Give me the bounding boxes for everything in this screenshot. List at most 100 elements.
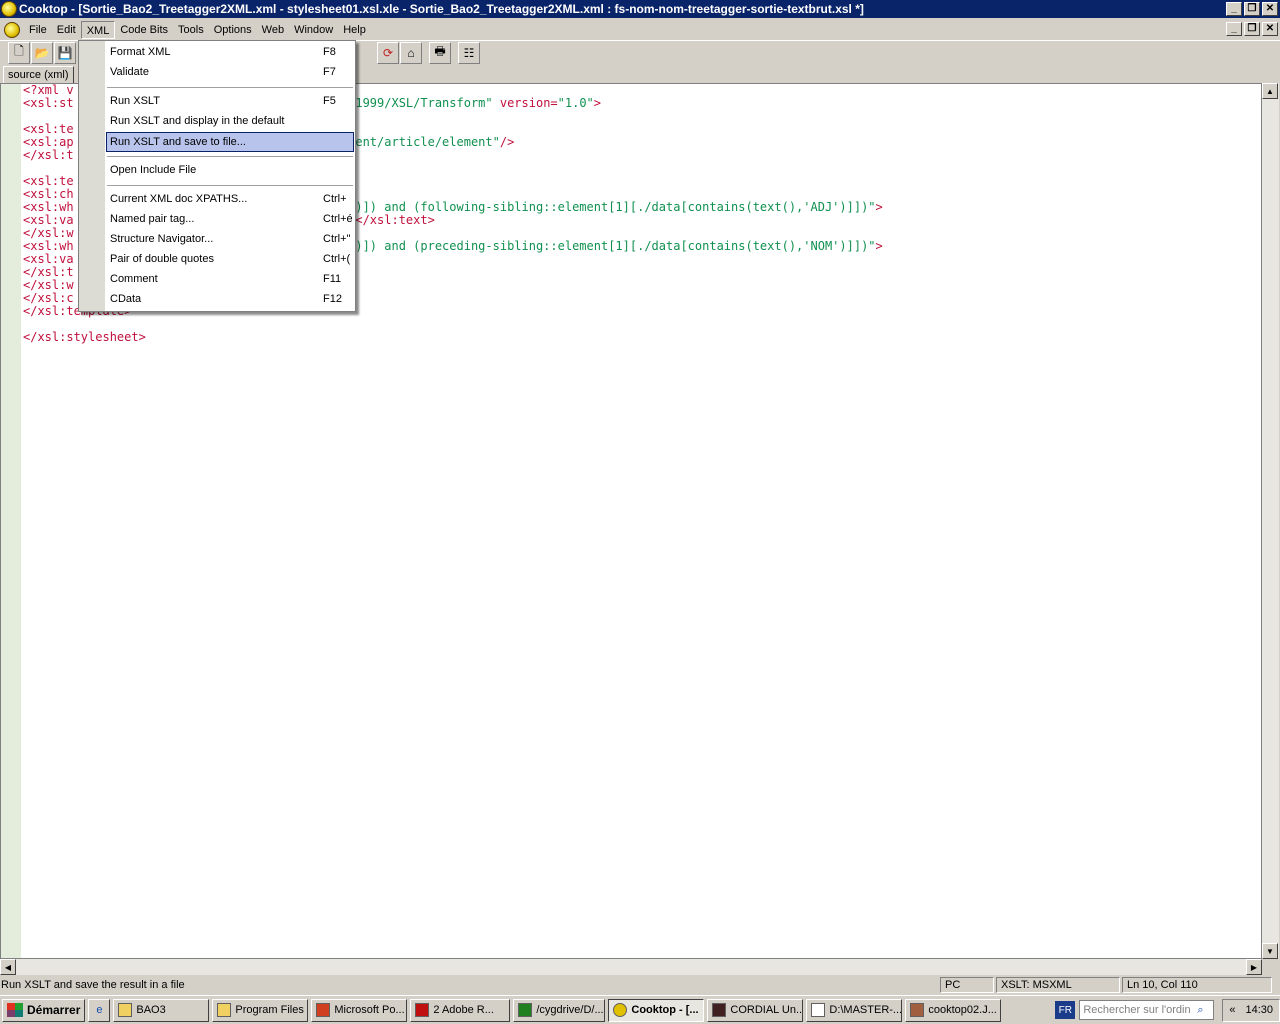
xml-tag-text: <xsl:ch bbox=[23, 187, 74, 201]
taskbar-button-label: BAO3 bbox=[136, 1004, 166, 1016]
scroll-down-icon[interactable]: ▼ bbox=[1262, 943, 1278, 959]
xml-menu-item[interactable]: Named pair tag... Ctrl+é bbox=[107, 210, 353, 230]
taskbar-button[interactable]: Microsoft Po... bbox=[311, 998, 408, 1022]
home-icon[interactable]: ⌂ bbox=[400, 41, 422, 64]
xml-tag-text: </xsl:t bbox=[23, 265, 74, 279]
xml-menu-item[interactable]: Structure Navigator... Ctrl+" bbox=[107, 230, 353, 250]
status-xslt-engine: XSLT: MSXML bbox=[996, 977, 1120, 993]
menu-item-label: Run XSLT and display in the default brow… bbox=[110, 115, 285, 145]
vertical-scrollbar[interactable]: ▲ ▼ bbox=[1262, 83, 1279, 959]
menu-web[interactable]: Web bbox=[257, 21, 289, 39]
horizontal-scrollbar[interactable]: ◀ ▶ bbox=[0, 959, 1262, 975]
menu-item-shortcut: Ctrl+( bbox=[323, 253, 351, 265]
taskbar-button[interactable]: CORDIAL Un... bbox=[707, 998, 804, 1022]
cooktop-icon bbox=[613, 1003, 628, 1017]
doc-restore-button[interactable]: ❐ bbox=[1244, 22, 1260, 36]
close-button[interactable]: ✕ bbox=[1262, 2, 1278, 16]
tray-expand-chevron-icon[interactable]: « bbox=[1229, 1004, 1235, 1016]
menu-xml[interactable]: XML bbox=[80, 21, 116, 39]
xml-tag-text: </xsl:stylesheet> bbox=[23, 330, 146, 344]
xml-tag-text: <?xml v bbox=[23, 83, 74, 97]
properties-icon[interactable]: ☷ bbox=[458, 41, 480, 64]
search-icon[interactable]: ⌕ bbox=[1197, 1001, 1213, 1019]
menu-file[interactable]: File bbox=[24, 21, 52, 39]
menu-separator bbox=[107, 156, 353, 157]
doc-close-button[interactable]: ✕ bbox=[1262, 22, 1278, 36]
minimize-button[interactable]: _ bbox=[1226, 2, 1242, 16]
xml-tag-text: <xsl:va bbox=[23, 252, 74, 266]
xml-menu-item[interactable]: Run XSLT and save to file... bbox=[106, 132, 354, 152]
xml-menu-item[interactable]: Run XSLT and display in the default brow… bbox=[107, 112, 353, 145]
xml-attr-text: rg/1999/XSL/Transform" bbox=[333, 96, 493, 110]
menu-item-label: Validate bbox=[110, 66, 149, 78]
xml-menu-item[interactable]: Comment F11 bbox=[107, 270, 353, 290]
status-mode: PC bbox=[940, 977, 994, 993]
clock: « 14:30 bbox=[1222, 998, 1280, 1022]
xml-menu-item[interactable]: Open Include File bbox=[107, 161, 353, 181]
doc-minimize-button[interactable]: _ bbox=[1226, 22, 1242, 36]
xml-menu-item[interactable]: Run XSLT F5 bbox=[107, 92, 353, 112]
menu-item-label: Structure Navigator... bbox=[110, 233, 214, 245]
xml-tag-text: > bbox=[875, 200, 883, 214]
xml-tag-text: <xsl:wh bbox=[23, 239, 74, 253]
menu-code-bits[interactable]: Code Bits bbox=[115, 21, 173, 39]
menu-item-label: Run XSLT bbox=[110, 95, 160, 107]
xml-attr-text: OM')]) and (following-sibling::element[1… bbox=[333, 200, 876, 214]
document-icon[interactable] bbox=[4, 22, 20, 38]
status-bar: Run XSLT and save the result in a file P… bbox=[0, 976, 1280, 994]
taskbar-button[interactable]: BAO3 bbox=[113, 998, 210, 1022]
xml-tag-text: </xsl:c bbox=[23, 291, 74, 305]
editor-gutter bbox=[1, 84, 21, 958]
code-line[interactable]: </xsl:stylesheet> bbox=[23, 331, 883, 344]
code-line[interactable] bbox=[23, 318, 883, 331]
clock-time: 14:30 bbox=[1245, 1004, 1273, 1016]
menu-item-shortcut: F5 bbox=[323, 95, 336, 107]
folder-icon bbox=[217, 1003, 232, 1017]
taskbar-button[interactable]: Cooktop - [... bbox=[608, 998, 705, 1022]
open-folder-icon[interactable]: 📂 bbox=[31, 41, 53, 64]
taskbar-button[interactable]: /cygdrive/D/... bbox=[513, 998, 606, 1022]
refresh-icon[interactable]: ⟳ bbox=[377, 41, 399, 64]
taskbar-button-label: CORDIAL Un... bbox=[730, 1004, 804, 1016]
new-file-icon[interactable]: 🗋 bbox=[8, 41, 30, 64]
taskbar-button[interactable]: 2 Adobe R... bbox=[410, 998, 511, 1022]
xml-menu-item[interactable]: Current XML doc XPATHS... Ctrl+ bbox=[107, 190, 353, 210]
xml-attr-text: cument/article/element" bbox=[333, 135, 500, 149]
restore-button[interactable]: ❐ bbox=[1244, 2, 1260, 16]
taskbar-button[interactable]: cooktop02.J... bbox=[905, 998, 1002, 1022]
desktop-search-input[interactable]: Rechercher sur l'ordin ⌕ bbox=[1079, 1000, 1215, 1020]
menu-window[interactable]: Window bbox=[289, 21, 338, 39]
menu-options[interactable]: Options bbox=[209, 21, 257, 39]
xml-tag-text: > bbox=[875, 239, 883, 253]
scroll-up-icon[interactable]: ▲ bbox=[1262, 83, 1278, 99]
doc-icon bbox=[811, 1003, 826, 1017]
menu-separator bbox=[107, 87, 353, 88]
print-icon[interactable]: 🖶 bbox=[429, 41, 451, 64]
menu-separator bbox=[107, 185, 353, 186]
taskbar-button[interactable]: Program Files bbox=[212, 998, 309, 1022]
tab-source-xml[interactable]: source (xml) bbox=[3, 66, 74, 84]
menu-edit[interactable]: Edit bbox=[52, 21, 81, 39]
menu-item-label: Run XSLT and save to file... bbox=[110, 136, 246, 148]
xml-menu-item[interactable]: Validate F7 bbox=[107, 63, 353, 83]
menu-item-shortcut bbox=[323, 112, 353, 132]
menu-item-shortcut: F8 bbox=[323, 46, 336, 58]
xml-menu-item[interactable]: Pair of double quotes Ctrl+( bbox=[107, 250, 353, 270]
save-icon[interactable]: 💾 bbox=[54, 41, 76, 64]
scroll-left-icon[interactable]: ◀ bbox=[0, 959, 16, 975]
xml-menu-item[interactable]: CData F12 bbox=[107, 290, 353, 310]
cooktop-app-icon[interactable] bbox=[1, 1, 17, 17]
taskbar-button-label: 2 Adobe R... bbox=[433, 1004, 494, 1016]
quicklaunch-ie[interactable]: e bbox=[88, 998, 111, 1022]
taskbar-button[interactable]: D:\MASTER-... bbox=[806, 998, 903, 1022]
taskbar-button-label: Program Files bbox=[235, 1004, 304, 1016]
scroll-right-icon[interactable]: ▶ bbox=[1246, 959, 1262, 975]
start-button[interactable]: Démarrer bbox=[2, 998, 86, 1022]
menu-item-shortcut: Ctrl+ bbox=[323, 193, 347, 205]
menu-help[interactable]: Help bbox=[338, 21, 371, 39]
menu-item-shortcut: Ctrl+" bbox=[323, 233, 351, 245]
xml-menu-item[interactable]: Format XML F8 bbox=[107, 43, 353, 63]
menu-tools[interactable]: Tools bbox=[173, 21, 209, 39]
menu-item-label: Comment bbox=[110, 273, 158, 285]
language-indicator[interactable]: FR bbox=[1055, 1001, 1076, 1019]
